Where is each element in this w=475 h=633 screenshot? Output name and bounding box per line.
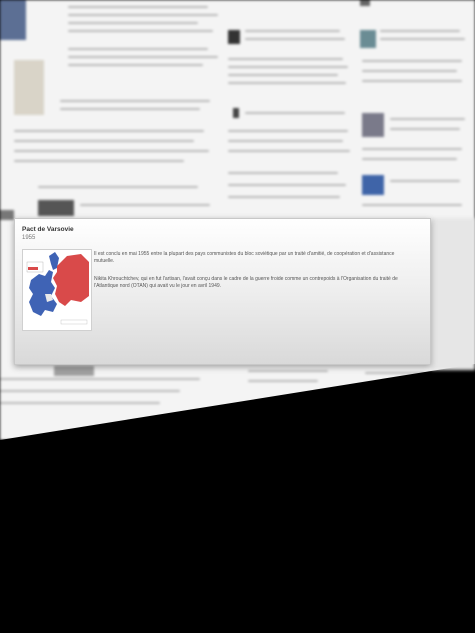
wall-text-line: [68, 48, 208, 50]
wall-text-line: [362, 148, 462, 150]
wall-text-line: [362, 60, 462, 62]
wall-text-line: [228, 196, 340, 198]
wall-text-line: [380, 30, 460, 32]
wall-text-line: [248, 380, 318, 382]
wall-text-line: [68, 14, 218, 16]
wall-thumbnail: [362, 175, 384, 195]
wall-text-line: [14, 140, 194, 142]
wall-thumbnail: [362, 113, 384, 137]
wall-text-line: [80, 204, 210, 206]
warsaw-pact-map-image[interactable]: [22, 249, 92, 331]
wall-text-line: [362, 70, 457, 72]
wall-text-line: [228, 130, 348, 132]
wall-thumbnail: [360, 30, 376, 48]
wall-text-line: [228, 172, 338, 174]
wall-text-line: [362, 158, 457, 160]
wall-thumbnail: [360, 0, 370, 6]
wall-text-line: [68, 30, 213, 32]
wall-text-line: [14, 130, 204, 132]
map-legend-swatch: [28, 267, 38, 270]
wall-thumbnail: [228, 30, 240, 44]
wall-text-line: [228, 140, 343, 142]
wall-text-line: [390, 180, 460, 182]
article-card[interactable]: Pact de Varsovie 1955 Il est conclu en m…: [14, 218, 431, 365]
card-title: Pact de Varsovie: [22, 226, 74, 233]
wall-thumbnail: [233, 108, 239, 118]
wall-text-line: [68, 22, 198, 24]
wall-text-line: [362, 80, 462, 82]
wall-text-line: [228, 82, 346, 84]
wall-thumbnail: [0, 210, 14, 220]
card-paragraph: Nikita Khrouchtchev, qui en fut l'artisa…: [94, 276, 398, 289]
wall-text-line: [248, 370, 328, 372]
wall-thumbnail: [38, 200, 74, 216]
wall-text-line: [68, 6, 208, 8]
adjacent-card-edge: [431, 218, 475, 370]
wall-text-line: [68, 64, 203, 66]
wall-text-line: [228, 66, 348, 68]
wall-text-line: [365, 372, 425, 374]
wall-text-line: [390, 118, 465, 120]
wall-text-line: [60, 100, 210, 102]
wall-text-line: [380, 38, 465, 40]
wall-text-line: [228, 184, 346, 186]
wall-text-line: [228, 58, 343, 60]
wall-text-line: [362, 204, 462, 206]
wall-text-line: [14, 160, 184, 162]
wall-text-line: [245, 38, 345, 40]
wall-text-line: [390, 128, 460, 130]
wall-text-line: [38, 186, 198, 188]
wall-text-line: [0, 390, 180, 392]
wall-text-line: [0, 378, 200, 380]
wall-thumbnail: [54, 366, 94, 376]
wall-thumbnail: [0, 0, 26, 40]
wall-thumbnail: [14, 60, 44, 115]
map-caption-bar: [60, 319, 88, 325]
wall-text-line: [228, 150, 350, 152]
wall-text-line: [245, 112, 345, 114]
wall-text-line: [0, 402, 160, 404]
wall-text-line: [14, 150, 209, 152]
wall-text-line: [60, 108, 200, 110]
card-year: 1955: [22, 235, 36, 241]
card-paragraph: Il est conclu en mai 1955 entre la plupa…: [94, 251, 395, 264]
card-body: Il est conclu en mai 1955 entre la plupa…: [94, 251, 414, 301]
wall-text-line: [68, 56, 218, 58]
wall-text-line: [245, 30, 340, 32]
wall-text-line: [228, 74, 338, 76]
